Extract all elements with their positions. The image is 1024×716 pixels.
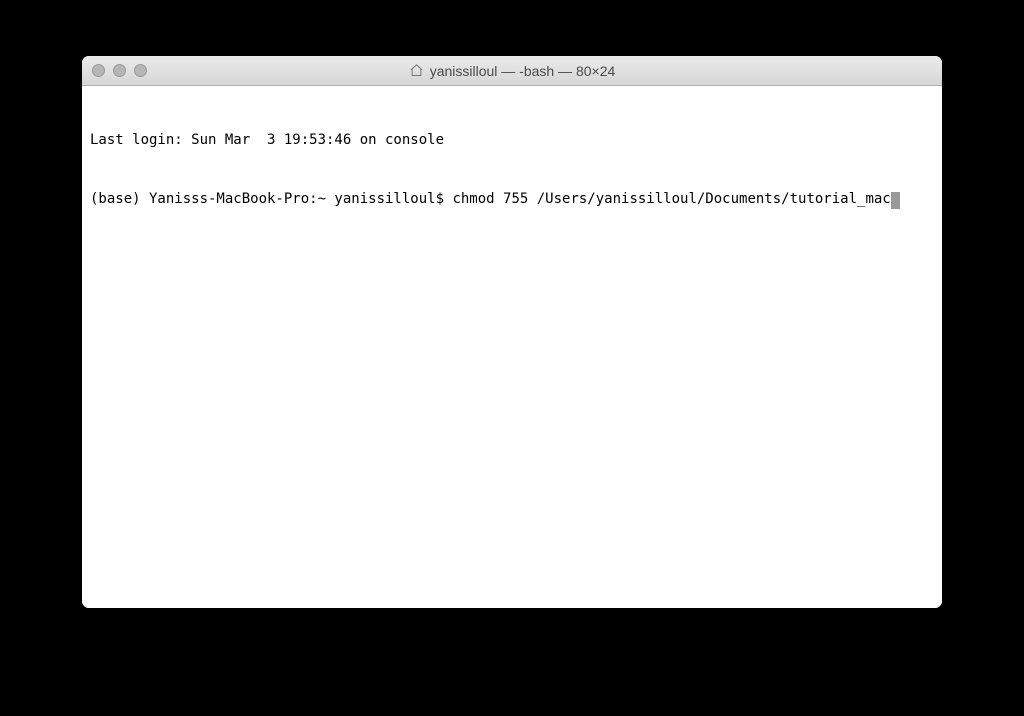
titlebar[interactable]: yanissilloul — -bash — 80×24 <box>82 56 942 86</box>
prompt-line: (base) Yanisss-MacBook-Pro:~ yanissillou… <box>90 190 934 210</box>
cursor <box>891 192 900 209</box>
minimize-button[interactable] <box>113 64 126 77</box>
terminal-body[interactable]: Last login: Sun Mar 3 19:53:46 on consol… <box>82 86 942 608</box>
home-icon <box>409 63 424 78</box>
window-title: yanissilloul — -bash — 80×24 <box>430 63 616 79</box>
traffic-lights <box>92 64 147 77</box>
last-login-line: Last login: Sun Mar 3 19:53:46 on consol… <box>90 131 934 151</box>
title-group: yanissilloul — -bash — 80×24 <box>82 63 942 79</box>
command-text: chmod 755 /Users/yanissilloul/Documents/… <box>452 191 890 207</box>
close-button[interactable] <box>92 64 105 77</box>
shell-prompt: (base) Yanisss-MacBook-Pro:~ yanissillou… <box>90 191 452 207</box>
terminal-window: yanissilloul — -bash — 80×24 Last login:… <box>82 56 942 608</box>
zoom-button[interactable] <box>134 64 147 77</box>
